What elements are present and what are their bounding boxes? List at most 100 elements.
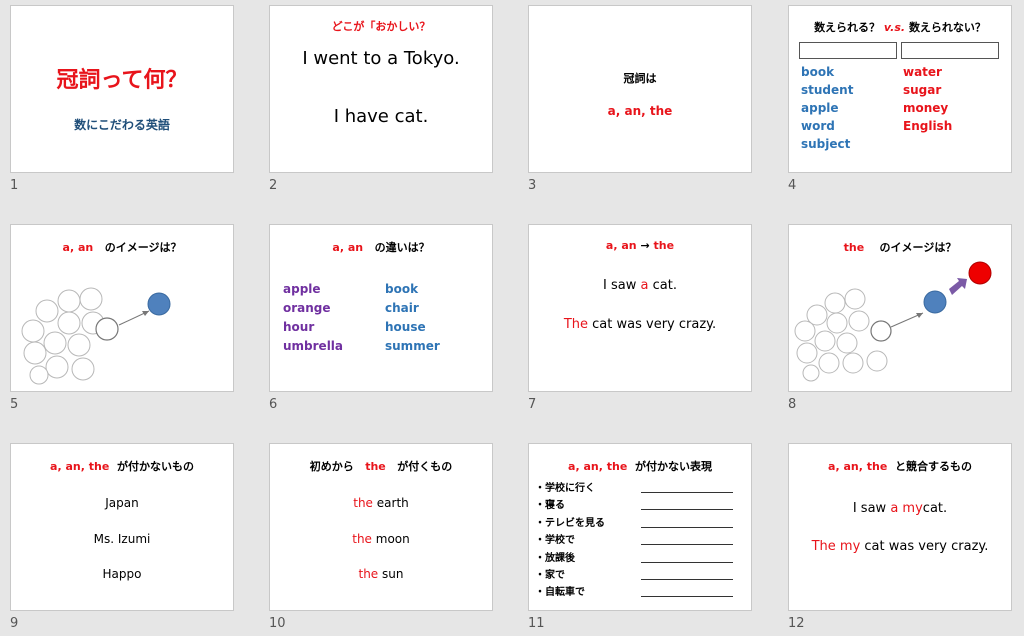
- title-part: the: [365, 460, 386, 473]
- slide-title: 数えられる？ v.s. 数えられない？: [789, 19, 1011, 35]
- article: the: [352, 532, 372, 546]
- title-vs: v.s.: [883, 21, 906, 34]
- title-part: a, an: [332, 241, 364, 254]
- list-item: sugar: [903, 83, 942, 97]
- sentence: I went to a Tokyo.: [302, 48, 460, 69]
- slide-title: a, an, the と競合するもの: [789, 458, 1011, 474]
- sentence: I saw a cat.: [529, 278, 751, 293]
- slide-title: a, an の違いは？: [270, 239, 492, 255]
- slide-number: 2: [269, 178, 278, 193]
- title-part: 「おかしい？: [364, 20, 431, 33]
- text-part: cat.: [648, 278, 677, 293]
- slide-4[interactable]: 数えられる？ v.s. 数えられない？ book student apple w…: [788, 5, 1012, 173]
- slide-12[interactable]: a, an, the と競合するもの I saw a mycat. The my…: [788, 443, 1012, 611]
- slide-6[interactable]: a, an の違いは？ apple orange hour umbrella b…: [269, 224, 493, 392]
- list-item: ・家で: [535, 570, 565, 582]
- slide-title: a, an, the が付かないもの: [11, 458, 233, 474]
- list-item: the moon: [270, 532, 492, 546]
- circles-illustration: [21, 287, 171, 385]
- title-part: 数えられない？: [908, 21, 986, 34]
- blank-line: [641, 596, 733, 597]
- list-item: ・学校で: [535, 535, 575, 547]
- title-part: 数えられる？: [814, 21, 881, 34]
- text-part: cat was very crazy.: [860, 539, 989, 554]
- list-item: word: [801, 119, 835, 133]
- title-part: a, an, the: [568, 460, 628, 473]
- slide-number: 11: [528, 616, 545, 631]
- blank-line: [641, 544, 733, 545]
- noun: earth: [372, 496, 409, 510]
- text-part: The my: [811, 539, 861, 554]
- expression-list: ・学校に行く ・寝る ・テレビを見る ・学校で ・放課後 ・家で ・自転車で: [535, 480, 605, 602]
- list-item: Ms. Izumi: [93, 532, 151, 546]
- list-item: book: [801, 65, 835, 79]
- slide-title: a, an → the: [529, 239, 751, 252]
- title-part: と競合するもの: [894, 460, 972, 473]
- slide-8[interactable]: the のイメージは？: [788, 224, 1012, 392]
- blank-line: [641, 579, 733, 580]
- title-part: が付くもの: [397, 460, 453, 473]
- slide-7[interactable]: a, an → the I saw a cat. The cat was ver…: [528, 224, 752, 392]
- slide-title: a, an, the が付かない表現: [529, 458, 751, 474]
- sentence: I saw a mycat.: [789, 501, 1011, 516]
- text-part: cat was very crazy.: [588, 317, 717, 332]
- slide-10[interactable]: 初めから the が付くもの the earth the moon the su…: [269, 443, 493, 611]
- blank-line: [641, 492, 733, 493]
- list-item: umbrella: [283, 339, 344, 353]
- title-part: a, an, the: [50, 460, 110, 473]
- list-item: book: [385, 282, 419, 296]
- slide-number: 9: [10, 616, 19, 631]
- slide-9[interactable]: a, an, the が付かないもの Japan Ms. Izumi Happo: [10, 443, 234, 611]
- text-part: I saw: [603, 278, 641, 293]
- slide-number: 4: [788, 178, 797, 193]
- slide-5[interactable]: a, an のイメージは？: [10, 224, 234, 392]
- text-part: The: [563, 317, 589, 332]
- title-part: が付かない表現: [634, 460, 712, 473]
- list-item: English: [903, 119, 953, 133]
- list-item: the sun: [270, 567, 492, 581]
- list-item: orange: [283, 301, 331, 315]
- slide-title: 初めから the が付くもの: [270, 458, 492, 474]
- vowel-word-list: apple orange hour umbrella: [283, 280, 343, 356]
- uncountable-list: water sugar money English: [903, 63, 952, 135]
- slide-11[interactable]: a, an, the が付かない表現 ・学校に行く ・寝る ・テレビを見る ・学…: [528, 443, 752, 611]
- slide-3[interactable]: 冠詞は a, an, the: [528, 5, 752, 173]
- slide-title: 冠詞って何？: [56, 68, 188, 93]
- article: the: [358, 567, 379, 581]
- sentence: I have cat.: [333, 106, 429, 127]
- list-item: Happo: [102, 567, 142, 581]
- list-item: hour: [283, 320, 315, 334]
- header-box-left: [799, 42, 897, 59]
- title-part: the: [653, 239, 675, 252]
- list-item: student: [801, 83, 854, 97]
- list-item: house: [385, 320, 426, 334]
- text-part: I saw: [852, 501, 891, 516]
- list-item: ・放課後: [535, 552, 575, 564]
- slide-number: 12: [788, 616, 805, 631]
- countable-list: book student apple word subject: [801, 63, 853, 153]
- slide-title: どこが「おかしい？: [270, 18, 492, 34]
- list-item: the earth: [270, 496, 492, 510]
- article: the: [353, 496, 373, 510]
- list-item: Japan: [105, 496, 139, 510]
- slide-1[interactable]: 冠詞って何？ 数にこだわる英語: [10, 5, 234, 173]
- list-item: money: [903, 101, 949, 115]
- noun: sun: [378, 567, 404, 581]
- circles-illustration: [794, 261, 992, 382]
- slide-number: 3: [528, 178, 537, 193]
- text-part: cat.: [922, 501, 948, 516]
- slide-number: 1: [10, 178, 19, 193]
- slide-2[interactable]: どこが「おかしい？ I went to a Tokyo. I have cat.: [269, 5, 493, 173]
- title-part: 初めから: [309, 460, 354, 473]
- blank-line: [641, 527, 733, 528]
- slide-title: 冠詞は: [623, 72, 657, 85]
- list-item: ・テレビを見る: [535, 517, 605, 529]
- slide-number: 7: [528, 397, 537, 412]
- list-item: apple: [283, 282, 321, 296]
- header-box-right: [901, 42, 999, 59]
- list-item: ・学校に行く: [535, 483, 595, 494]
- title-part: の違いは？: [374, 241, 430, 254]
- list-item: water: [903, 65, 942, 79]
- slide-number: 10: [269, 616, 286, 631]
- text-part: a my: [890, 501, 923, 516]
